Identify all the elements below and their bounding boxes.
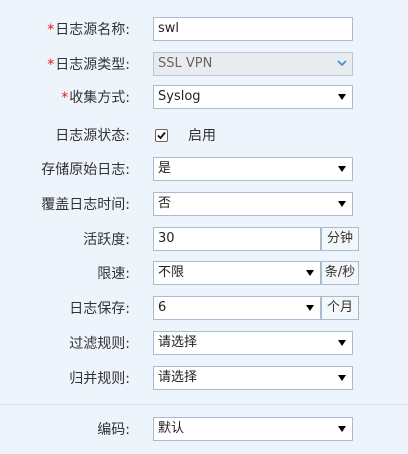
rate-limit-unit: 条/秒 xyxy=(321,261,359,285)
row-source-type: *日志源类型: SSL VPN xyxy=(0,52,408,78)
source-type-value: SSL VPN xyxy=(158,56,213,71)
dropdown-arrow-icon xyxy=(338,426,346,432)
collect-method-label: *收集方式: xyxy=(61,90,130,106)
store-raw-value: 是 xyxy=(158,161,172,176)
source-name-label: *日志源名称: xyxy=(47,22,130,38)
rate-limit-value: 不限 xyxy=(158,265,185,280)
merge-rule-select[interactable]: 请选择 xyxy=(153,366,353,390)
dropdown-arrow-icon xyxy=(306,270,314,276)
source-type-label: *日志源类型: xyxy=(47,57,130,73)
enable-checkbox-label: 启用 xyxy=(188,128,216,144)
chevron-down-icon xyxy=(332,53,352,75)
dropdown-arrow-icon xyxy=(338,201,346,207)
store-raw-select[interactable]: 是 xyxy=(153,157,353,181)
log-retention-select[interactable]: 6 xyxy=(153,296,321,320)
merge-rule-label: 归并规则: xyxy=(69,371,130,387)
collect-method-select[interactable]: Syslog xyxy=(153,85,353,109)
override-time-label: 覆盖日志时间: xyxy=(41,197,130,213)
row-log-retention: 日志保存: 6 个月 xyxy=(0,296,408,322)
log-retention-unit: 个月 xyxy=(321,296,359,320)
encoding-label: 编码: xyxy=(97,422,130,438)
required-mark: * xyxy=(47,57,55,73)
enable-checkbox[interactable] xyxy=(155,129,168,142)
rate-limit-label: 限速: xyxy=(97,266,130,282)
row-merge-rule: 归并规则: 请选择 xyxy=(0,366,408,392)
source-type-select[interactable]: SSL VPN xyxy=(153,52,353,76)
dropdown-arrow-icon xyxy=(338,94,346,100)
source-status-label: 日志源状态: xyxy=(55,128,130,144)
log-retention-label: 日志保存: xyxy=(69,301,130,317)
merge-rule-value: 请选择 xyxy=(158,370,198,385)
row-activity: 活跃度: 30 分钟 xyxy=(0,227,408,253)
row-filter-rule: 过滤规则: 请选择 xyxy=(0,331,408,357)
dropdown-arrow-icon xyxy=(338,340,346,346)
activity-input[interactable]: 30 xyxy=(153,227,321,251)
collect-method-value: Syslog xyxy=(158,89,201,104)
filter-rule-select[interactable]: 请选择 xyxy=(153,331,353,355)
row-encoding: 编码: 默认 xyxy=(0,417,408,443)
override-time-value: 否 xyxy=(158,196,172,211)
source-name-input[interactable]: swl xyxy=(153,17,353,41)
activity-label: 活跃度: xyxy=(83,232,130,248)
filter-rule-value: 请选择 xyxy=(158,335,198,350)
log-retention-value: 6 xyxy=(158,300,167,315)
row-collect-method: *收集方式: Syslog xyxy=(0,85,408,111)
encoding-select[interactable]: 默认 xyxy=(153,417,353,441)
dropdown-arrow-icon xyxy=(338,375,346,381)
required-mark: * xyxy=(47,22,55,38)
activity-unit: 分钟 xyxy=(321,227,359,251)
encoding-value: 默认 xyxy=(158,421,185,436)
rate-limit-select[interactable]: 不限 xyxy=(153,261,321,285)
row-rate-limit: 限速: 不限 条/秒 xyxy=(0,261,408,287)
override-time-select[interactable]: 否 xyxy=(153,192,353,216)
dropdown-arrow-icon xyxy=(306,305,314,311)
filter-rule-label: 过滤规则: xyxy=(69,336,130,352)
dropdown-arrow-icon xyxy=(338,166,346,172)
row-source-name: *日志源名称: swl xyxy=(0,17,408,43)
section-divider xyxy=(0,404,408,405)
store-raw-label: 存储原始日志: xyxy=(41,162,130,178)
required-mark: * xyxy=(61,90,69,106)
row-source-status: 日志源状态: 启用 xyxy=(0,123,408,149)
row-override-time: 覆盖日志时间: 否 xyxy=(0,192,408,218)
row-store-raw: 存储原始日志: 是 xyxy=(0,157,408,183)
